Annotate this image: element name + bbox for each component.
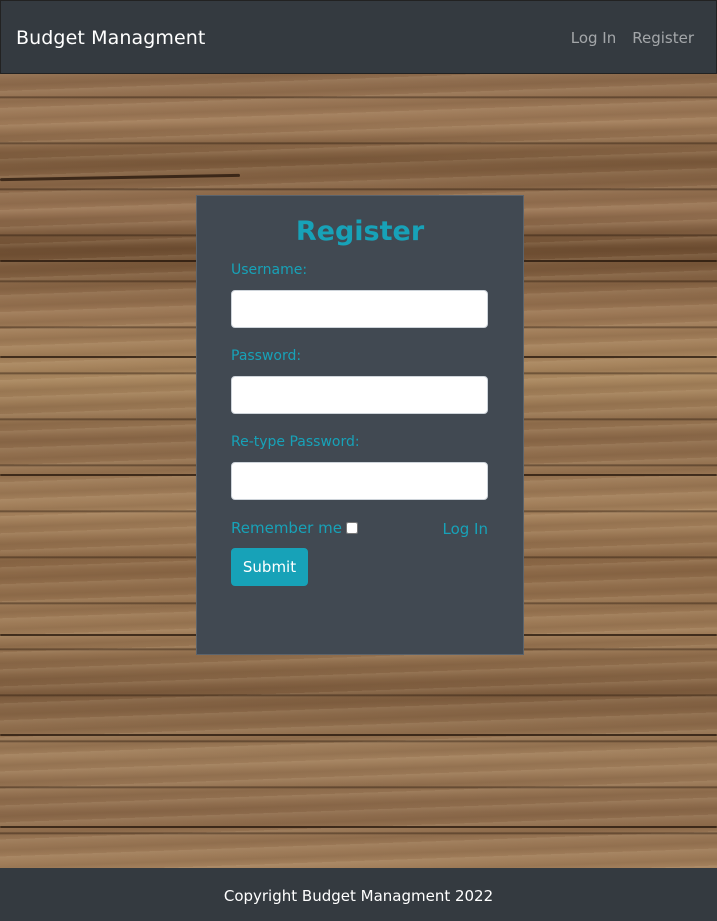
nav-login-link[interactable]: Log In (571, 29, 617, 47)
register-title: Register (295, 216, 425, 247)
wood-crack (0, 173, 241, 182)
footer-copyright: Copyright Budget Managment 2022 (223, 887, 494, 905)
username-label: Username: (231, 262, 308, 278)
username-input[interactable] (231, 290, 488, 328)
password-label: Password: (231, 348, 302, 364)
remember-me-row: Remember me (231, 519, 358, 537)
password-input[interactable] (231, 376, 488, 414)
brand-title[interactable]: Budget Managment (16, 27, 205, 49)
wood-crack (0, 826, 717, 828)
footer: Copyright Budget Managment 2022 (0, 868, 717, 921)
register-card: Register Username: Password: Re-type Pas… (196, 195, 524, 655)
retype-password-input[interactable] (231, 462, 488, 500)
card-login-link[interactable]: Log In (443, 520, 489, 538)
submit-button[interactable]: Submit (231, 548, 308, 586)
wood-crack (0, 734, 717, 736)
navbar: Budget Managment Log In Register (0, 0, 717, 74)
remember-me-checkbox[interactable] (345, 522, 358, 534)
nav-register-link[interactable]: Register (632, 29, 694, 47)
retype-password-label: Re-type Password: (231, 434, 360, 450)
nav-links: Log In Register (571, 29, 694, 47)
remember-me-label: Remember me (231, 519, 342, 537)
